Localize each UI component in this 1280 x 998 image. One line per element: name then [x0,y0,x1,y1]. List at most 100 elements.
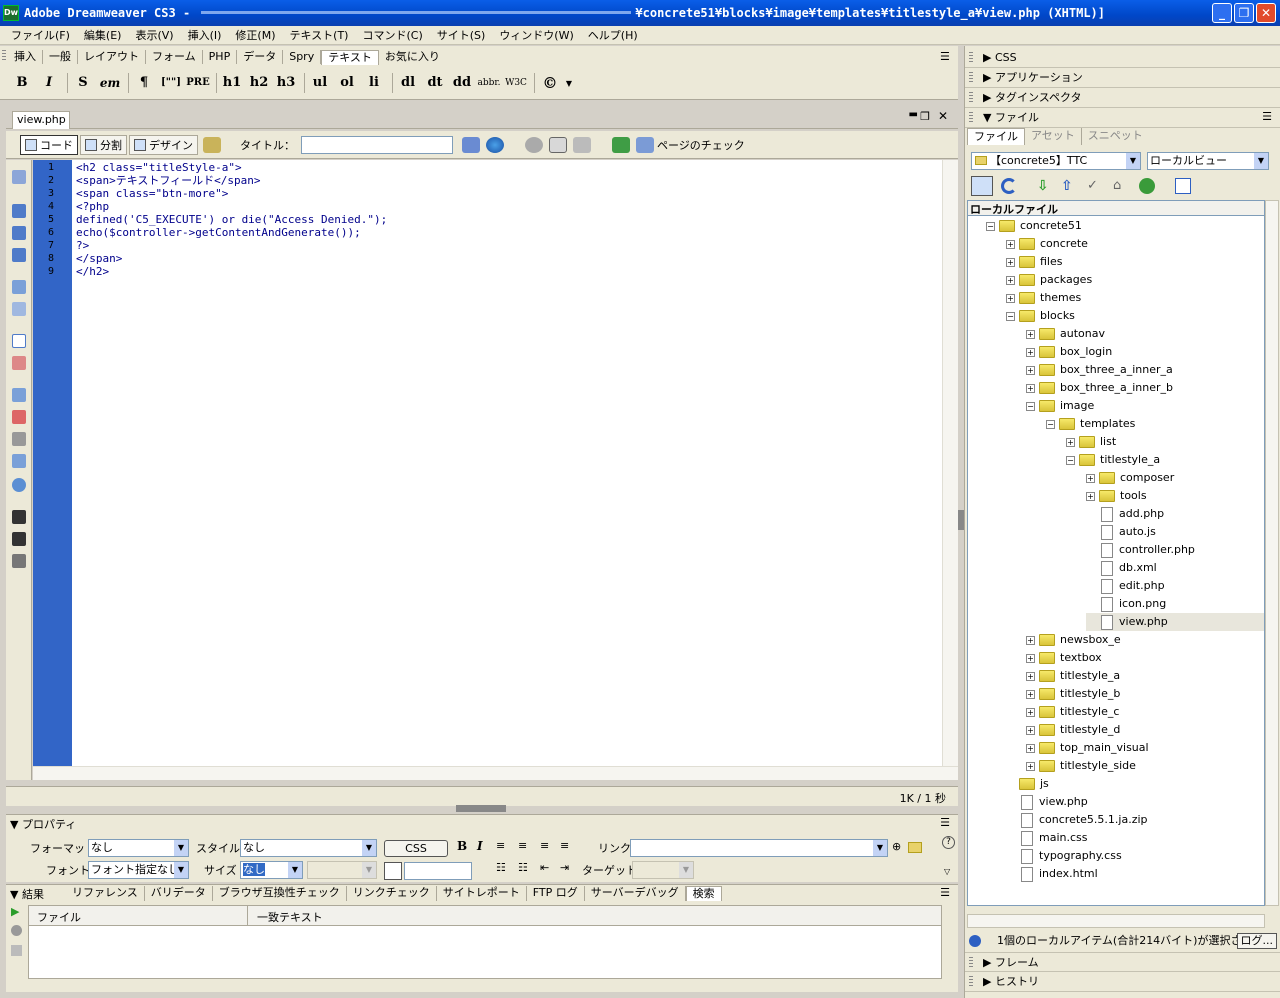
expand-icon[interactable]: + [1086,491,1095,501]
check-out-icon[interactable]: ✓ [1087,178,1098,193]
search-results-table[interactable]: ファイル 一致テキスト [28,905,942,979]
expand-icon[interactable]: + [1026,689,1035,699]
application-panel-header[interactable]: ▶ アプリケーション [965,68,1280,88]
panel-options-icon[interactable]: ☰ [940,816,950,829]
tree-folder-row[interactable]: + concrete [1006,235,1264,253]
results-header[interactable]: ▼ 結果 [10,886,44,902]
tree-folder-row[interactable]: + tools [1086,487,1264,505]
expand-icon[interactable]: + [1026,761,1035,771]
insert-tab-php[interactable]: PHP [203,50,238,64]
chevron-down-icon[interactable]: ▼ [565,72,573,94]
expand-icon[interactable]: + [1006,275,1015,285]
tree-folder-row[interactable]: + box_three_a_inner_a [1026,361,1264,379]
code-line[interactable]: </h2> [76,265,109,278]
dd-button[interactable]: dd [450,72,474,94]
editor-horizontal-scrollbar[interactable] [33,766,958,780]
expand-files-icon[interactable] [1175,178,1191,194]
li-button[interactable]: li [362,72,386,94]
code-line[interactable]: <span>テキストフィールド</span> [76,174,261,187]
open-documents-icon[interactable] [12,170,26,184]
files-vertical-scrollbar[interactable] [1265,200,1279,906]
move-css-icon[interactable] [12,478,26,492]
results-tab-browser-check[interactable]: ブラウザ互換性チェック [213,886,347,901]
expand-icon[interactable]: + [1026,383,1035,393]
insert-tab-layout[interactable]: レイアウト [78,50,146,64]
menu-view[interactable]: 表示(V) [128,27,180,43]
expand-all-icon[interactable] [12,248,26,262]
outdent-icon[interactable]: ⇤ [540,861,549,874]
tree-file-row[interactable]: db.xml [1086,559,1264,577]
collapse-tag-icon[interactable] [12,204,26,218]
tree-header[interactable]: ローカルファイル [968,201,1264,216]
tag-inspector-panel-header[interactable]: ▶ タグインスペクタ [965,88,1280,108]
em-button[interactable]: em [98,72,122,94]
italic-button[interactable]: I [477,839,483,853]
col-file[interactable]: ファイル [37,909,81,925]
tree-file-row[interactable]: view.php [1006,793,1264,811]
results-tab-link-check[interactable]: リンクチェック [347,886,437,901]
expand-icon[interactable]: + [1026,725,1035,735]
editor-vertical-scrollbar[interactable] [942,160,958,766]
tree-folder-row[interactable]: + packages [1006,271,1264,289]
local-files-tree[interactable]: ローカルファイル − concrete51 + concrete + files + pack… [967,200,1265,906]
design-view-button[interactable]: デザイン [129,134,198,155]
results-tab-search[interactable]: 検索 [685,886,722,901]
close-doc-icon[interactable]: ✕ [938,109,948,123]
ordered-list-icon[interactable]: ☷ [518,861,528,874]
tree-folder-row[interactable]: + titlestyle_side [1026,757,1264,775]
format-select[interactable]: なし ▼ [88,839,189,857]
expand-icon[interactable]: + [1026,329,1035,339]
menu-insert[interactable]: 挿入(I) [181,27,229,43]
put-files-icon[interactable]: ⇧ [1061,178,1073,194]
code-line[interactable]: defined('C5_EXECUTE') or die("Access Den… [76,213,387,226]
insert-tab-common[interactable]: 一般 [43,50,78,64]
tree-folder-row[interactable]: − image [1026,397,1264,415]
results-tab-validator[interactable]: バリデータ [145,886,213,901]
expand-icon[interactable]: + [1026,671,1035,681]
insert-tab-data[interactable]: データ [237,50,284,64]
col-match-text[interactable]: 一致テキスト [257,909,323,925]
refresh-icon[interactable] [1001,178,1017,194]
preview-browser-icon[interactable] [486,136,504,153]
paragraph-button[interactable]: ¶ [132,72,156,94]
results-tab-site-reports[interactable]: サイトレポート [437,886,527,901]
tree-folder-row[interactable]: + titlestyle_b [1026,685,1264,703]
menu-edit[interactable]: 編集(E) [77,27,129,43]
expand-icon[interactable]: + [1006,239,1015,249]
point-to-file-icon[interactable]: ⊕ [892,840,901,853]
tree-folder-row[interactable]: + newsbox_e [1026,631,1264,649]
tree-folder-row[interactable]: − templates [1046,415,1264,433]
font-select[interactable]: フォント指定なし ▼ [88,861,189,879]
code-editor[interactable]: <h2 class="titleStyle-a"> <span>テキストフィール… [72,160,942,766]
save-report-icon[interactable] [11,945,22,956]
expand-icon[interactable]: + [1026,347,1035,357]
properties-header[interactable]: ▼ プロパティ [10,816,76,832]
collapse-icon[interactable]: − [986,221,995,231]
tree-file-row[interactable]: edit.php [1086,577,1264,595]
files-tab-assets[interactable]: アセット [1025,128,1082,145]
dt-button[interactable]: dt [423,72,447,94]
tree-file-row[interactable]: typography.css [1006,847,1264,865]
css-panel-header[interactable]: ▶ CSS [965,48,1280,68]
menu-commands[interactable]: コマンド(C) [355,27,429,43]
tree-folder-row[interactable]: js [1006,775,1264,793]
align-center-icon[interactable]: ≡ [518,839,527,852]
browse-folder-icon[interactable] [908,842,922,853]
visual-aids-icon[interactable] [573,136,591,153]
tree-folder-row[interactable]: + top_main_visual [1026,739,1264,757]
tree-folder-row[interactable]: + titlestyle_c [1026,703,1264,721]
doc-tab-view-php[interactable]: view.php [12,111,70,129]
indent-icon[interactable]: ⇥ [560,861,569,874]
characters-button[interactable]: © [538,72,562,94]
panel-options-icon[interactable]: ☰ [940,50,950,63]
code-line[interactable]: ?> [76,239,89,252]
tree-folder-row[interactable]: + titlestyle_a [1026,667,1264,685]
view-options-icon[interactable] [549,136,567,153]
files-tab-snippets[interactable]: スニペット [1082,128,1149,145]
code-line[interactable]: <span class="btn-more"> [76,187,228,200]
tree-folder-row[interactable]: + textbox [1026,649,1264,667]
insert-tab-spry[interactable]: Spry [283,50,322,64]
get-files-icon[interactable]: ⇩ [1037,178,1049,194]
menu-window[interactable]: ウィンドウ(W) [492,27,580,43]
check-in-icon[interactable]: ⌂ [1113,178,1121,193]
